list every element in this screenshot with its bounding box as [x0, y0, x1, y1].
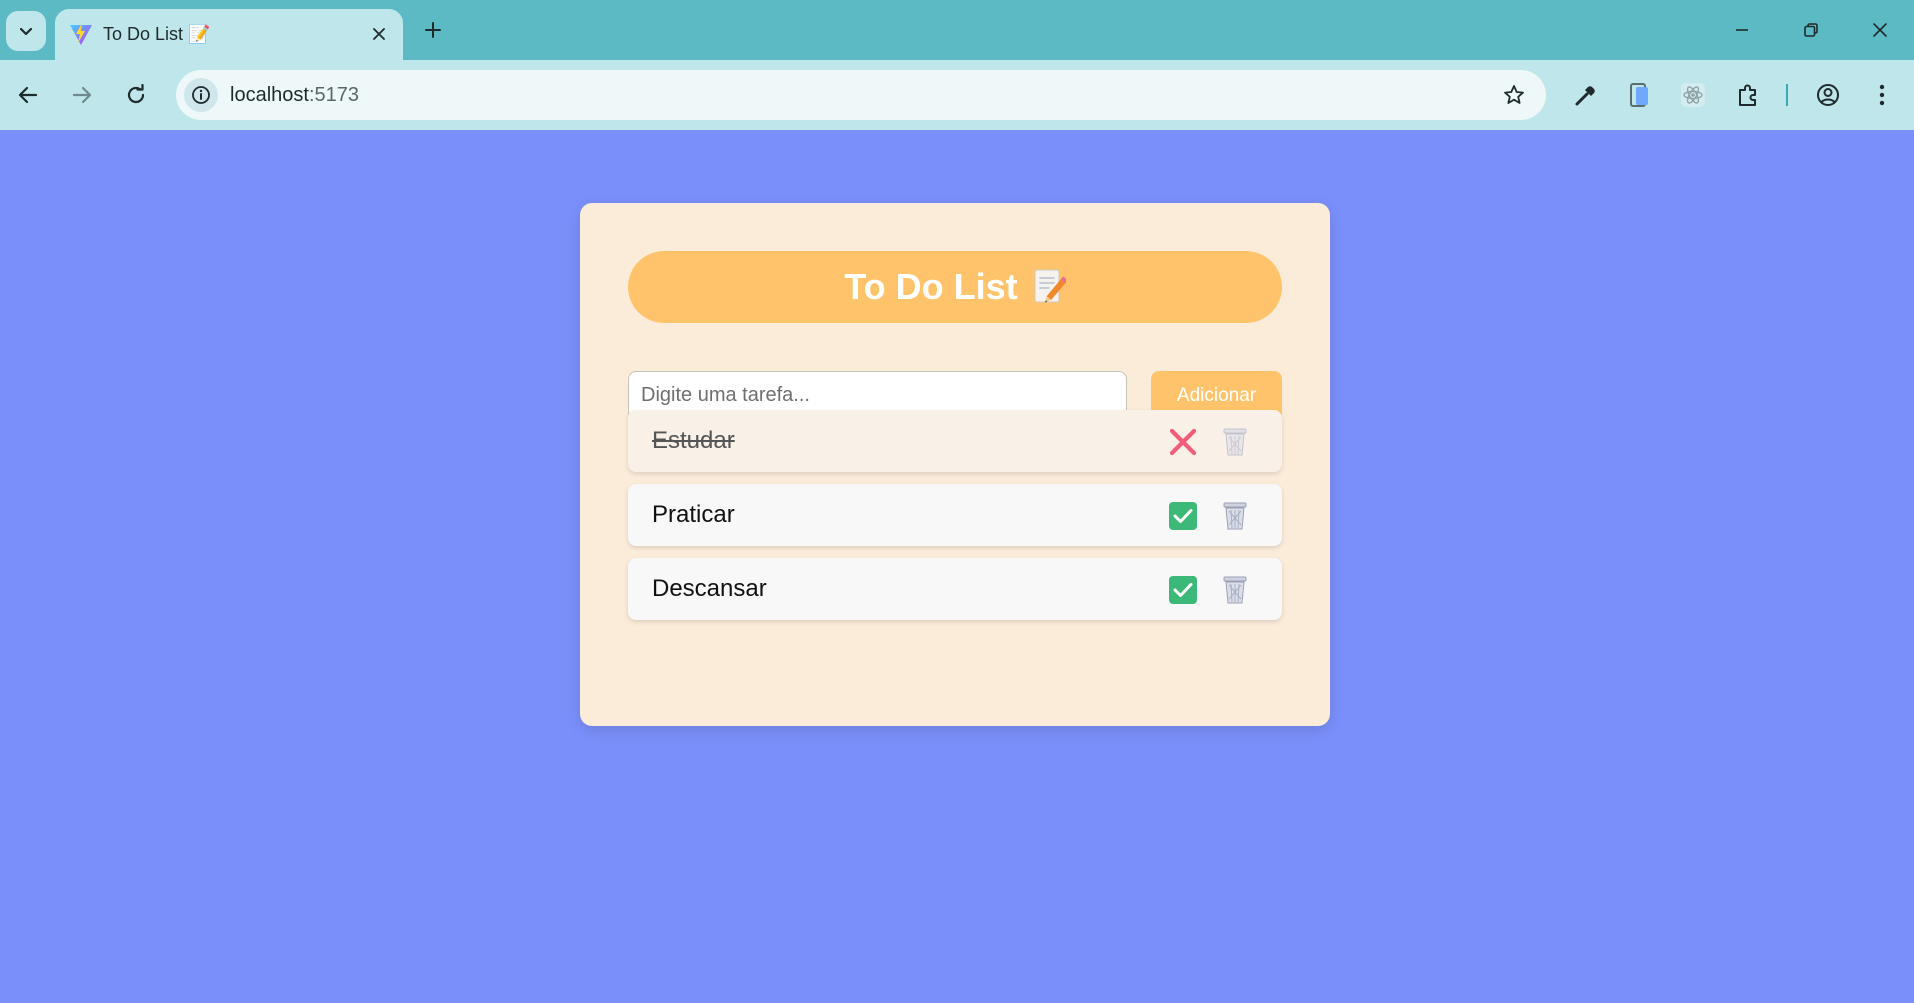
page-title: To Do List	[844, 266, 1018, 307]
react-icon	[1681, 83, 1705, 107]
tab-title: To Do List 📝	[103, 24, 211, 44]
close-icon	[1873, 23, 1887, 37]
info-icon	[192, 86, 210, 104]
trash-icon	[1223, 576, 1247, 604]
url-port: :5173	[308, 84, 359, 106]
chevron-down-icon	[19, 27, 33, 36]
trash-icon	[1223, 428, 1247, 456]
address-bar[interactable]: localhost:5173	[176, 70, 1546, 120]
trash-icon	[1223, 502, 1247, 530]
site-info-button[interactable]	[184, 78, 218, 112]
toolbar-separator	[1786, 84, 1788, 106]
device-extension-button[interactable]	[1622, 77, 1658, 113]
browser-tabstrip: To Do List 📝	[0, 0, 1914, 60]
task-item: Praticar	[628, 484, 1282, 546]
eyedropper-icon	[1575, 86, 1595, 106]
browser-tab-active[interactable]: To Do List 📝	[55, 9, 403, 60]
close-icon	[373, 28, 385, 40]
menu-button[interactable]	[1864, 77, 1900, 113]
vite-logo-icon	[70, 23, 92, 45]
restore-icon	[1804, 23, 1818, 37]
cross-mark-icon	[1169, 428, 1197, 456]
todo-card: To Do List Adicionar Estudar Praticar	[580, 203, 1330, 726]
arrow-right-icon	[72, 86, 92, 104]
restore-button[interactable]	[1783, 8, 1839, 52]
phone-icon	[1630, 83, 1648, 107]
back-button[interactable]	[8, 75, 48, 115]
task-item: Estudar	[628, 410, 1282, 472]
tab-close-button[interactable]	[365, 20, 393, 48]
minimize-button[interactable]	[1714, 8, 1770, 52]
more-vertical-icon	[1879, 84, 1885, 106]
eyedropper-extension-button[interactable]	[1568, 77, 1604, 113]
star-icon	[1504, 85, 1524, 104]
minimize-icon	[1736, 29, 1748, 31]
task-label: Descansar	[652, 575, 767, 602]
account-icon	[1817, 84, 1839, 106]
bookmark-button[interactable]	[1500, 81, 1528, 109]
memo-icon	[1034, 269, 1066, 303]
reload-button[interactable]	[116, 75, 156, 115]
undo-complete-button[interactable]	[1167, 426, 1199, 458]
todo-header: To Do List	[628, 251, 1282, 323]
plus-icon	[425, 22, 441, 38]
task-item: Descansar	[628, 558, 1282, 620]
complete-task-button[interactable]	[1167, 574, 1199, 606]
tab-search-button[interactable]	[6, 11, 46, 51]
close-window-button[interactable]	[1852, 8, 1908, 52]
new-tab-button[interactable]	[415, 12, 451, 48]
task-label: Praticar	[652, 501, 735, 528]
delete-task-button[interactable]	[1219, 574, 1251, 606]
url-text: localhost:5173	[230, 83, 359, 107]
arrow-left-icon	[18, 86, 38, 104]
react-devtools-extension-button[interactable]	[1675, 77, 1711, 113]
check-mark-icon	[1169, 576, 1197, 604]
check-mark-icon	[1169, 502, 1197, 530]
url-host: localhost	[230, 84, 309, 106]
forward-button[interactable]	[62, 75, 102, 115]
extensions-button[interactable]	[1730, 77, 1766, 113]
reload-icon	[127, 84, 145, 104]
task-label: Estudar	[652, 427, 735, 454]
browser-toolbar: localhost:5173	[0, 60, 1914, 130]
complete-task-button[interactable]	[1167, 500, 1199, 532]
delete-task-button[interactable]	[1219, 426, 1251, 458]
profile-button[interactable]	[1810, 77, 1846, 113]
delete-task-button[interactable]	[1219, 500, 1251, 532]
puzzle-icon	[1739, 84, 1756, 106]
